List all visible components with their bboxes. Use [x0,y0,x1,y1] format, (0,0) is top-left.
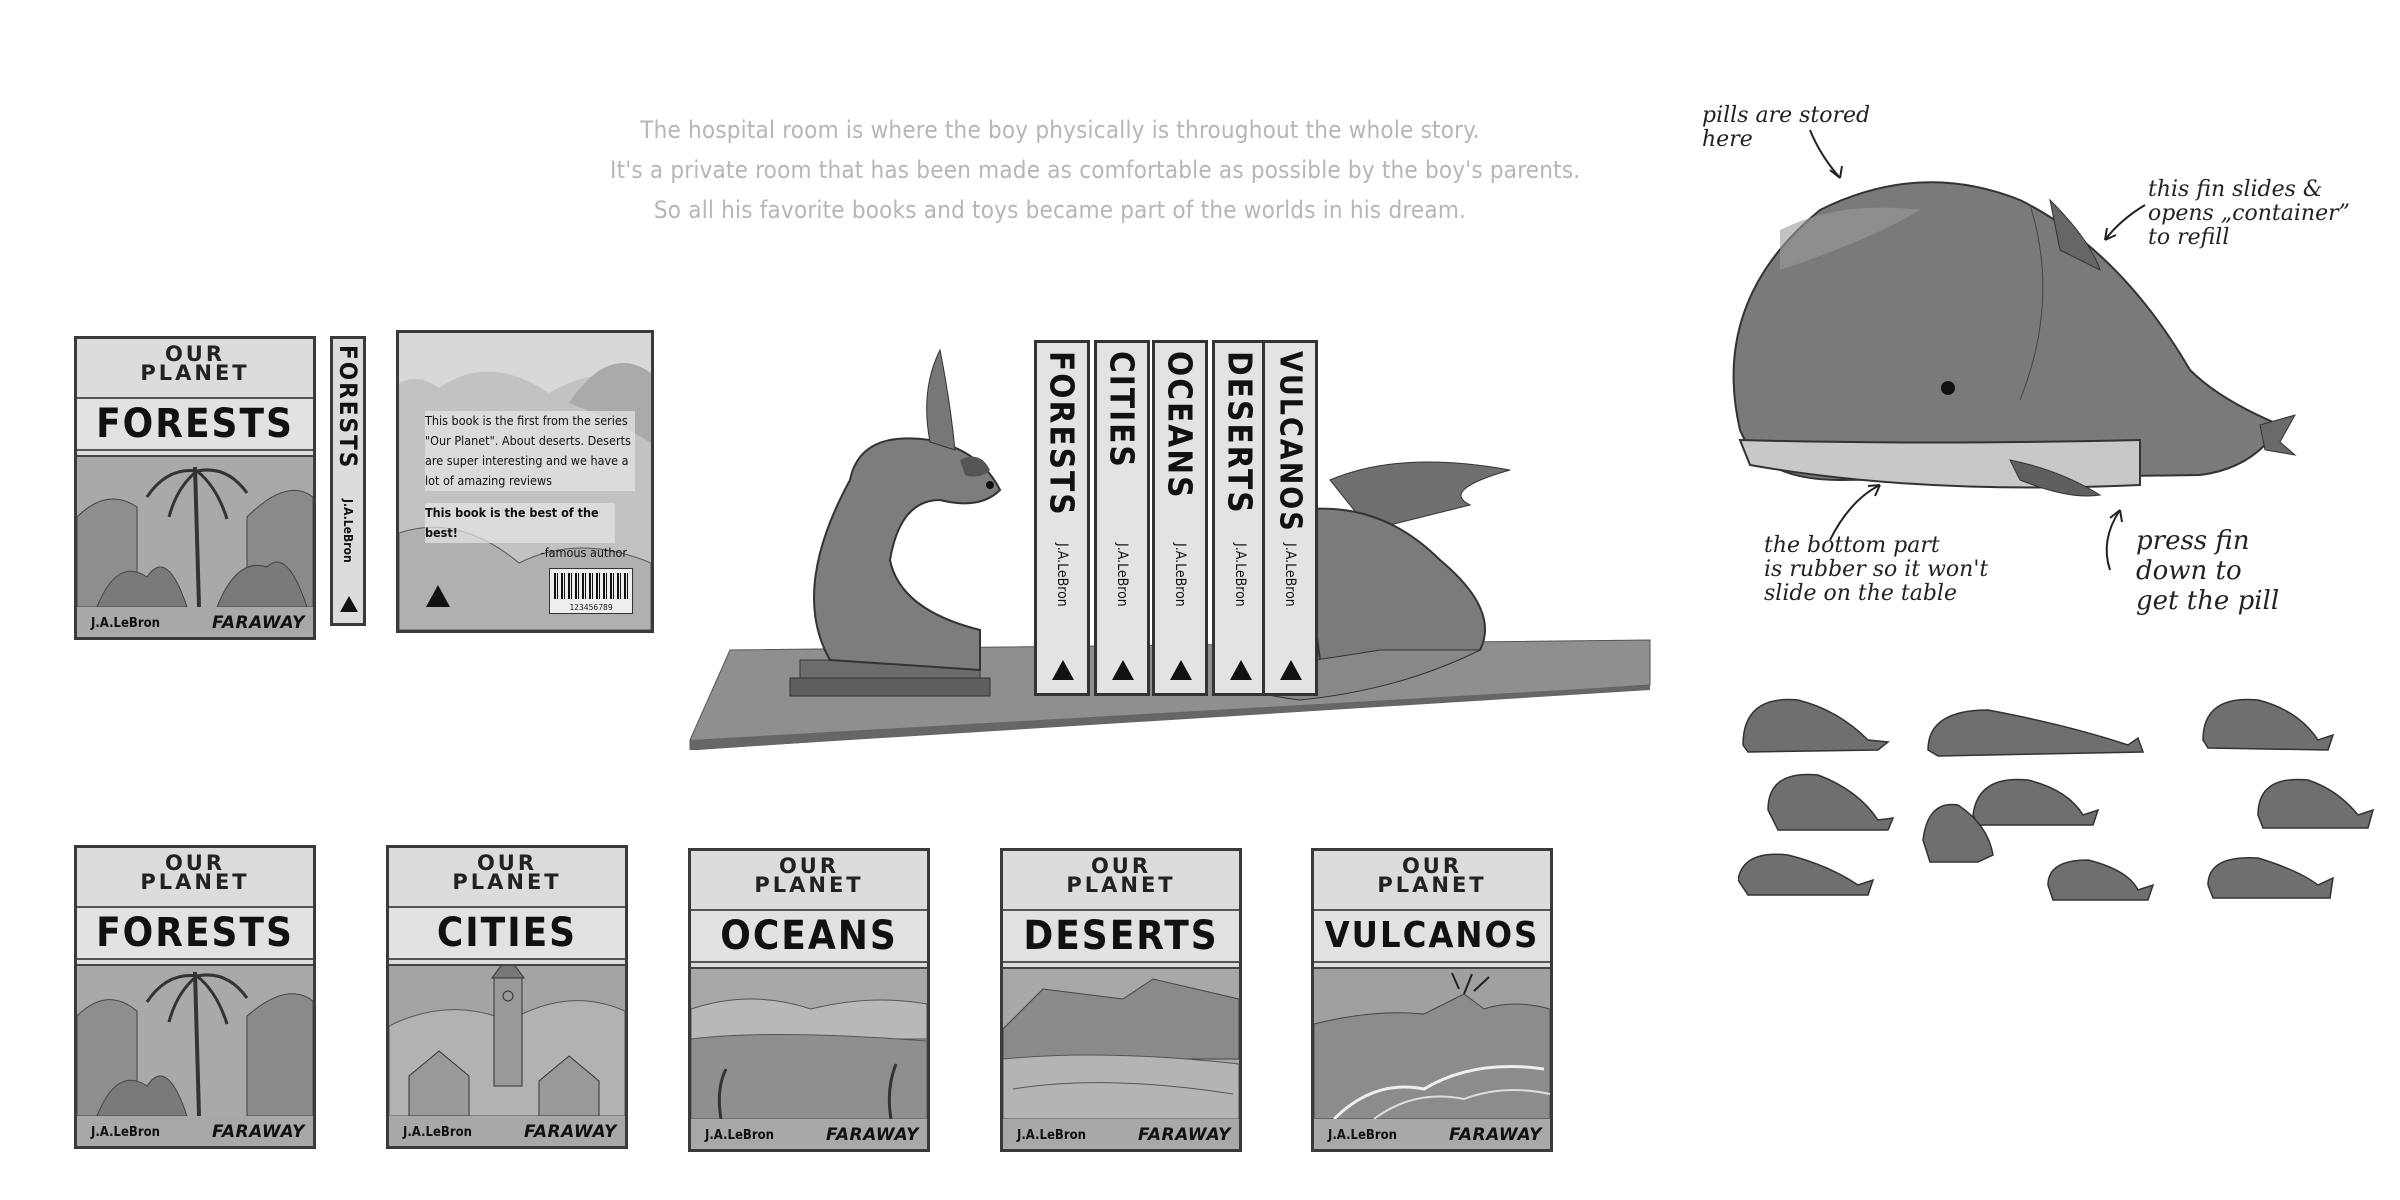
spine-title: FORESTS [334,345,362,470]
cover-deserts: OUR PLANET DESERTS J.A.LeBron FARAWAY [1000,848,1242,1152]
whale-sketch [2202,698,2335,751]
whale-sketch [2047,859,2155,901]
forest-illustration [77,457,313,607]
author-label: J.A.LeBron [1017,1128,1086,1143]
series-label: OUR PLANET [1377,854,1487,897]
publisher-triangle-icon [1170,660,1192,680]
intro-line: So all his favorite books and toys becam… [653,196,1467,224]
back-cover: This book is the first from the series "… [396,330,654,633]
publisher-logo: FARAWAY [211,1122,305,1142]
author-label: J.A.LeBron [91,616,160,631]
cover-vulcanos: OUR PLANET VULCANOS J.A.LeBron FARAWAY [1311,848,1553,1152]
author-label: J.A.LeBron [1328,1128,1397,1143]
book-spine: FORESTS J.A.LeBron [330,336,366,626]
series-label: OUR PLANET [754,854,864,897]
shelf-book-deserts: DESERTS J.A.LeBron [1212,340,1268,696]
volcano-illustration [1314,969,1550,1119]
back-quote: This book is the best of the best! [425,503,615,543]
publisher-logo: FARAWAY [1448,1125,1542,1145]
shelf-book-title: VULCANOS [1272,351,1308,533]
author-label: J.A.LeBron [403,1125,472,1140]
publisher-triangle-icon [1280,660,1302,680]
barcode-number: 123456789 [569,603,613,612]
cover-title: OCEANS [691,909,927,963]
intro-line: The hospital room is where the boy physi… [640,116,1480,144]
whale-sketch [1767,773,1895,831]
series-label: OUR PLANET [140,342,250,385]
publisher-triangle-icon [426,585,450,607]
whale-sketch [1972,778,2100,826]
author-label: J.A.LeBron [705,1128,774,1143]
shelf-book-oceans: OCEANS J.A.LeBron [1152,340,1208,696]
shelf-book-title: CITIES [1102,351,1142,469]
intro-text: The hospital room is where the boy physi… [610,110,1581,230]
whale-sketch [1742,698,1890,753]
spine-author: J.A.LeBron [341,499,355,563]
intro-line: It's a private room that has been made a… [610,156,1581,184]
whale-sketch [2207,856,2334,899]
front-cover-forests: OUR PLANET FORESTS J.A.LeBron FARAWAY [74,336,316,640]
series-label: OUR PLANET [140,851,250,894]
shelf-book-author: J.A.LeBron [1054,543,1070,607]
city-illustration [389,966,625,1116]
shelf-book-title: FORESTS [1042,351,1082,517]
shelf-book-author: J.A.LeBron [1232,543,1248,607]
shelf-book-vulcanos: VULCANOS J.A.LeBron [1262,340,1318,696]
cover-title: CITIES [389,906,625,960]
cover-title: FORESTS [77,397,313,451]
series-label: OUR PLANET [452,851,562,894]
whale-sketch [2257,778,2375,829]
publisher-triangle-icon [1230,660,1252,680]
shelf-book-cities: CITIES J.A.LeBron [1094,340,1150,696]
whale-sketches [1738,698,2375,901]
cover-oceans: OUR PLANET OCEANS J.A.LeBron FARAWAY [688,848,930,1152]
shelf-book-title: DESERTS [1220,351,1260,515]
whale-sketch [1738,853,1875,896]
publisher-logo: FARAWAY [1137,1125,1231,1145]
author-label: J.A.LeBron [91,1125,160,1140]
back-blurb: This book is the first from the series "… [425,411,635,491]
whale-sketch [1927,709,2145,757]
publisher-triangle-icon [1052,660,1074,680]
annotation-arrows [1809,129,2146,571]
back-quote-source: -famous author [540,545,627,560]
forest-illustration [77,966,313,1116]
cover-title: VULCANOS [1314,909,1550,963]
publisher-logo: FARAWAY [523,1122,617,1142]
shelf-book-author: J.A.LeBron [1114,543,1130,607]
shelf-book-title: OCEANS [1160,351,1200,500]
desert-illustration [1003,969,1239,1119]
cover-title: DESERTS [1003,909,1239,963]
shelf-book-forests: FORESTS J.A.LeBron [1034,340,1090,696]
ocean-illustration [691,969,927,1119]
cover-cities: OUR PLANET CITIES J.A.LeBron FARAWAY [386,845,628,1149]
cover-forests: OUR PLANET FORESTS J.A.LeBron FARAWAY [74,845,316,1149]
shelf-book-author: J.A.LeBron [1282,543,1298,607]
publisher-logo: FARAWAY [211,613,305,633]
publisher-triangle-icon [340,596,358,612]
publisher-logo: FARAWAY [825,1125,919,1145]
barcode: 123456789 [549,568,633,614]
publisher-triangle-icon [1112,660,1134,680]
cover-title: FORESTS [77,906,313,960]
shelf-book-author: J.A.LeBron [1172,543,1188,607]
series-label: OUR PLANET [1066,854,1176,897]
